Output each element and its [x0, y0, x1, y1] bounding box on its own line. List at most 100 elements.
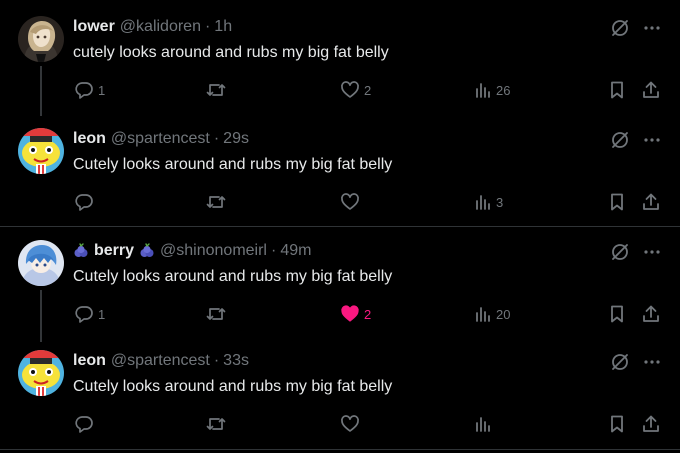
bookmark-button[interactable] — [607, 78, 627, 102]
display-name[interactable]: berry — [94, 242, 134, 260]
handle[interactable]: @kalidoren — [120, 18, 201, 36]
grok-icon[interactable] — [610, 242, 630, 262]
heart-icon — [340, 192, 360, 212]
separator: · — [204, 18, 211, 35]
like-button[interactable]: 2 — [340, 78, 371, 102]
post-top-actions — [610, 242, 662, 262]
heart-icon — [340, 80, 360, 100]
post[interactable]: berry @shinonomeirl · 49m Cutely looks a… — [0, 226, 680, 342]
post-top-actions — [610, 352, 662, 372]
timestamp[interactable]: 1h — [214, 18, 232, 36]
more-icon[interactable] — [642, 352, 662, 372]
post-text: Cutely looks around and rubs my big fat … — [73, 156, 393, 173]
bookmark-button[interactable] — [607, 190, 627, 214]
like-button[interactable]: 2 — [340, 302, 371, 326]
reply-button[interactable]: 1 — [74, 302, 105, 326]
share-button[interactable] — [641, 412, 661, 436]
handle[interactable]: @shinonomeirl — [160, 242, 267, 260]
more-icon[interactable] — [642, 242, 662, 262]
reply-count: 1 — [98, 306, 106, 322]
avatar[interactable] — [18, 240, 64, 286]
grok-icon[interactable] — [610, 18, 630, 38]
post-text: cutely looks around and rubs my big fat … — [73, 44, 389, 61]
separator: · — [213, 352, 220, 369]
heart-filled-icon — [340, 304, 360, 324]
post-text: Cutely looks around and rubs my big fat … — [73, 378, 393, 395]
avatar[interactable] — [18, 350, 64, 396]
reply-button[interactable] — [74, 412, 98, 436]
views-count: 3 — [496, 194, 504, 210]
like-button[interactable] — [340, 190, 364, 214]
reply-button[interactable]: 1 — [74, 78, 105, 102]
reply-icon — [74, 414, 94, 434]
repost-button[interactable] — [205, 302, 231, 326]
handle[interactable]: @spartencest — [111, 352, 210, 370]
reply-icon — [74, 192, 94, 212]
analytics-icon — [474, 304, 492, 324]
post-header: leon @spartencest · 29s — [73, 129, 249, 149]
post[interactable]: leon @spartencest · 33s Cutely looks aro… — [0, 336, 680, 448]
like-count: 2 — [364, 306, 372, 322]
reply-button[interactable] — [74, 190, 98, 214]
bookmark-button[interactable] — [607, 412, 627, 436]
like-count: 2 — [364, 82, 372, 98]
avatar[interactable] — [18, 16, 64, 62]
repost-icon — [205, 192, 227, 212]
more-icon[interactable] — [642, 130, 662, 150]
avatar[interactable] — [18, 128, 64, 174]
share-icon — [641, 414, 661, 434]
action-bar: 3 — [0, 190, 680, 214]
timestamp[interactable]: 33s — [223, 352, 249, 370]
repost-button[interactable] — [205, 78, 231, 102]
views-button[interactable]: 26 — [474, 78, 510, 102]
timestamp[interactable]: 29s — [223, 130, 249, 148]
repost-button[interactable] — [205, 190, 231, 214]
bookmark-icon — [607, 192, 627, 212]
post[interactable]: lower @kalidoren · 1h cutely looks aroun… — [0, 0, 680, 116]
display-name[interactable]: leon — [73, 352, 106, 370]
views-button[interactable]: 3 — [474, 190, 503, 214]
display-name[interactable]: lower — [73, 18, 115, 36]
share-icon — [641, 304, 661, 324]
bookmark-icon — [607, 304, 627, 324]
reply-icon — [74, 304, 94, 324]
post-header: berry @shinonomeirl · 49m — [73, 241, 311, 261]
repost-button[interactable] — [205, 412, 231, 436]
share-button[interactable] — [641, 190, 661, 214]
post-top-actions — [610, 18, 662, 38]
timestamp[interactable]: 49m — [280, 242, 311, 260]
share-button[interactable] — [641, 78, 661, 102]
blueberry-icon — [73, 243, 89, 259]
analytics-icon — [474, 414, 492, 434]
reply-count: 1 — [98, 82, 106, 98]
separator: · — [270, 242, 277, 259]
bookmark-button[interactable] — [607, 302, 627, 326]
reply-icon — [74, 80, 94, 100]
repost-icon — [205, 80, 227, 100]
grok-icon[interactable] — [610, 130, 630, 150]
heart-icon — [340, 414, 360, 434]
display-name[interactable]: leon — [73, 130, 106, 148]
views-count: 20 — [496, 306, 511, 322]
post-top-actions — [610, 130, 662, 150]
bookmark-icon — [607, 80, 627, 100]
like-button[interactable] — [340, 412, 364, 436]
more-icon[interactable] — [642, 18, 662, 38]
views-button[interactable]: 20 — [474, 302, 510, 326]
bookmark-icon — [607, 414, 627, 434]
blueberry-icon — [139, 243, 155, 259]
views-count: 26 — [496, 82, 511, 98]
analytics-icon — [474, 192, 492, 212]
analytics-icon — [474, 80, 492, 100]
post[interactable]: leon @spartencest · 29s Cutely looks aro… — [0, 112, 680, 224]
handle[interactable]: @spartencest — [111, 130, 210, 148]
grok-icon[interactable] — [610, 352, 630, 372]
action-bar: 1 2 20 — [0, 302, 680, 326]
post-header: lower @kalidoren · 1h — [73, 17, 232, 37]
share-button[interactable] — [641, 302, 661, 326]
share-icon — [641, 80, 661, 100]
separator: · — [213, 130, 220, 147]
views-button[interactable] — [474, 412, 496, 436]
repost-icon — [205, 304, 227, 324]
action-bar — [0, 412, 680, 436]
